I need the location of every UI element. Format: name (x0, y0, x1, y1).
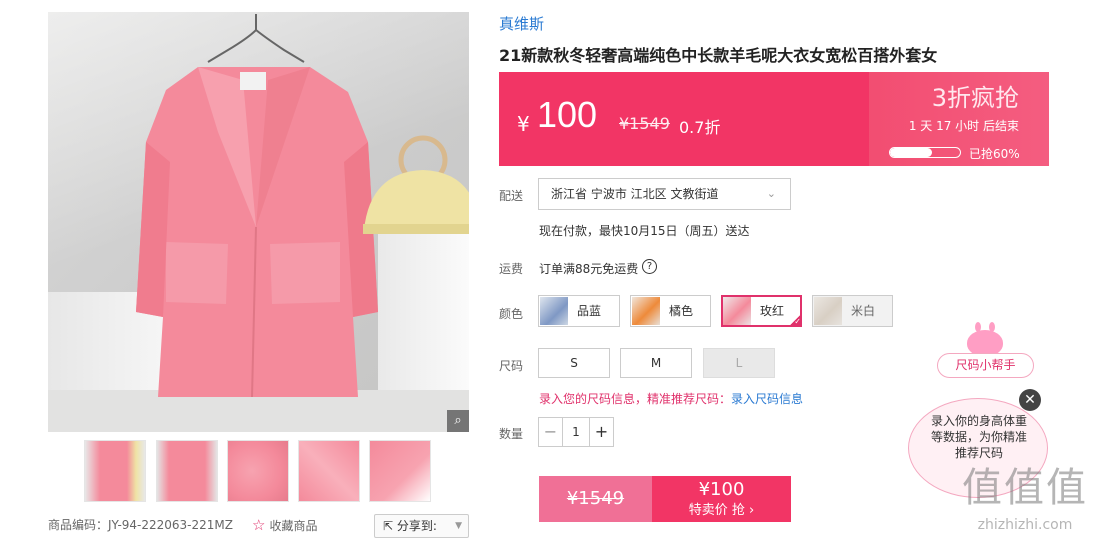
buy-price: ¥100 (698, 479, 745, 500)
sale-price: 100 (537, 94, 598, 135)
coat-illustration (136, 14, 469, 398)
thumbnail-strip (84, 440, 434, 502)
color-option-off-white[interactable]: 米白 (812, 295, 893, 327)
size-helper-tip: 录入你的身高体重等数据，为你精准推荐尺码 (930, 414, 1027, 460)
share-label: 分享到: (396, 519, 437, 533)
quantity-decrement-button[interactable]: − (539, 418, 563, 446)
promo-title: 3折疯抢 (931, 84, 1019, 112)
quantity-stepper: − 1 + (538, 417, 614, 447)
price-panel: ¥ 100 ¥1549 0.7折 3折疯抢 1 天 17 小时 后结束 已抢60… (499, 72, 1049, 166)
thumbnail[interactable] (156, 440, 218, 502)
chevron-down-icon: ▼ (455, 521, 462, 531)
buy-now-button[interactable]: ¥100 特卖价 抢 › (652, 476, 791, 522)
thumbnail[interactable] (298, 440, 360, 502)
watermark: 值值值 zhizhizhi.com (935, 455, 1115, 539)
thumbnail[interactable] (84, 440, 146, 502)
color-option-label: 米白 (851, 304, 876, 318)
sold-progress-fill (890, 148, 932, 157)
buy-bar: ¥1549 ¥100 特卖价 抢 › (539, 476, 791, 522)
size-label: 尺码 (499, 359, 524, 373)
color-label: 颜色 (499, 307, 524, 321)
close-icon[interactable]: ✕ (1019, 389, 1041, 411)
size-option-s[interactable]: S (538, 348, 610, 378)
buy-action-label: 特卖价 抢 › (688, 503, 755, 518)
chevron-down-icon: ⌄ (766, 187, 776, 200)
size-hint: 录入您的尺码信息，精准推荐尺码：录入尺码信息 (539, 390, 803, 407)
shipping-label: 运费 (499, 262, 524, 276)
watermark-logo: 值值值 (962, 465, 1088, 511)
color-option-label: 玫红 (760, 304, 785, 318)
quantity-label: 数量 (499, 427, 524, 441)
thumbnail[interactable] (227, 440, 289, 502)
original-price-block: ¥1549 (539, 476, 652, 522)
thumbnail[interactable] (369, 440, 431, 502)
product-title: 21新款秋冬轻奢高端纯色中长款羊毛呢大衣女宽松百搭外套女 (499, 46, 938, 65)
watermark-url: zhizhizhi.com (977, 517, 1073, 533)
color-option-orange[interactable]: 橘色 (630, 295, 711, 327)
color-option-label: 品蓝 (577, 304, 602, 318)
shipping-text: 订单满88元免运费 (539, 262, 639, 276)
main-product-image[interactable]: ⌕ (48, 12, 469, 432)
question-circle-icon[interactable]: ? (642, 259, 657, 274)
brand-link[interactable]: 真维斯 (499, 13, 544, 34)
delivery-label: 配送 (499, 189, 524, 203)
color-option-label: 橘色 (669, 304, 694, 318)
countdown: 1 天 17 小时 后结束 (908, 119, 1019, 133)
address-select[interactable]: 浙江省 宁波市 江北区 文教街道 ⌄ (538, 178, 791, 210)
quantity-increment-button[interactable]: + (589, 418, 613, 446)
check-icon: ✓ (788, 313, 802, 327)
favorite-button[interactable]: ☆ 收藏商品 (252, 512, 317, 538)
currency-symbol: ¥ (517, 112, 530, 136)
sold-progress-bar (889, 147, 961, 158)
size-helper-tag[interactable]: 尺码小帮手 (937, 353, 1034, 378)
address-value: 浙江省 宁波市 江北区 文教街道 (551, 187, 719, 201)
size-hint-text: 录入您的尺码信息，精准推荐尺码： (539, 392, 732, 406)
original-price: ¥1549 (619, 114, 670, 133)
size-info-link[interactable]: 录入尺码信息 (731, 392, 803, 406)
size-option-l: L (703, 348, 775, 378)
star-icon: ☆ (252, 516, 266, 534)
share-icon: ⇱ (383, 519, 397, 533)
product-code: 商品编码：JY-94-222063-221MZ (48, 518, 233, 532)
color-option-rose-red[interactable]: 玫红 ✓ (721, 295, 802, 327)
sold-progress-label: 已抢60% (969, 147, 1020, 161)
magnifier-icon[interactable]: ⌕ (447, 410, 469, 432)
delivery-note: 现在付款，最快10月15日（周五）送达 (539, 224, 750, 238)
color-option-royal-blue[interactable]: 品蓝 (538, 295, 620, 327)
favorite-label: 收藏商品 (269, 519, 318, 533)
quantity-input[interactable]: 1 (563, 418, 589, 446)
size-option-m[interactable]: M (620, 348, 692, 378)
discount-rate: 0.7折 (679, 118, 721, 137)
share-button[interactable]: ⇱ 分享到: ▼ (374, 514, 469, 538)
